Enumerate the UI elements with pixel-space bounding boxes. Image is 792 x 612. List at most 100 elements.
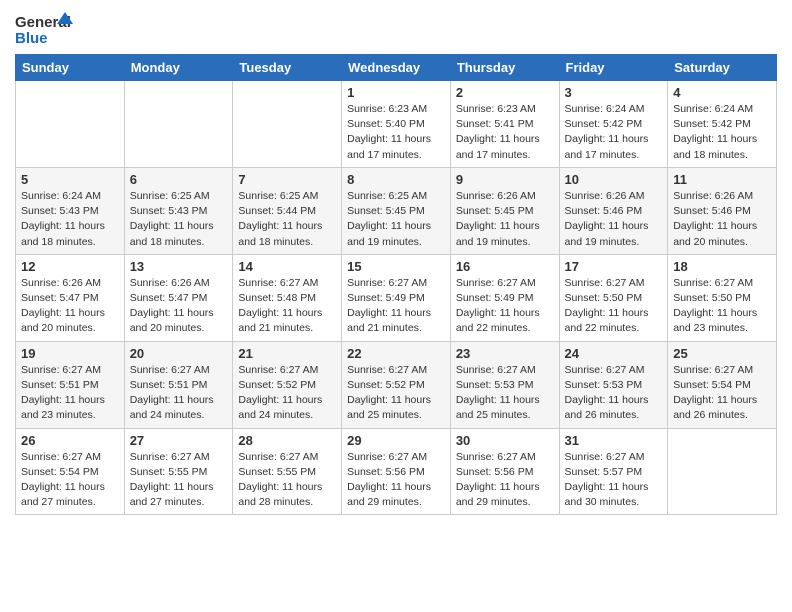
calendar-cell: 9Sunrise: 6:26 AMSunset: 5:45 PMDaylight… bbox=[450, 167, 559, 254]
day-number: 11 bbox=[673, 172, 771, 187]
calendar-cell bbox=[16, 81, 125, 168]
day-info: Sunrise: 6:27 AMSunset: 5:56 PMDaylight:… bbox=[456, 450, 554, 511]
day-info: Sunrise: 6:27 AMSunset: 5:49 PMDaylight:… bbox=[347, 276, 445, 337]
day-number: 1 bbox=[347, 85, 445, 100]
day-number: 16 bbox=[456, 259, 554, 274]
calendar-cell: 16 Sunrise: 6:27 AMSunset: 5:49 PMDayligh… bbox=[450, 254, 559, 341]
day-info: Sunrise: 6:23 AMSunset: 5:40 PMDaylight:… bbox=[347, 102, 445, 163]
calendar-week-1: 1 Sunrise: 6:23 AMSunset: 5:40 PMDaylight… bbox=[16, 81, 777, 168]
day-number: 25 bbox=[673, 346, 771, 361]
day-info: Sunrise: 6:27 AMSunset: 5:52 PMDaylight:… bbox=[238, 363, 336, 424]
day-number: 30 bbox=[456, 433, 554, 448]
day-number: 13 bbox=[130, 259, 228, 274]
day-info: Sunrise: 6:27 AMSunset: 5:55 PMDaylight:… bbox=[130, 450, 228, 511]
day-info: Sunrise: 6:27 AMSunset: 5:54 PMDaylight:… bbox=[673, 363, 771, 424]
day-info: Sunrise: 6:27 AMSunset: 5:56 PMDaylight:… bbox=[347, 450, 445, 511]
calendar-cell: 17 Sunrise: 6:27 AMSunset: 5:50 PMDayligh… bbox=[559, 254, 668, 341]
calendar-cell: 2Sunrise: 6:23 AMSunset: 5:41 PMDaylight… bbox=[450, 81, 559, 168]
calendar-cell: 14 Sunrise: 6:27 AMSunset: 5:48 PMDayligh… bbox=[233, 254, 342, 341]
day-number: 18 bbox=[673, 259, 771, 274]
day-info: Sunrise: 6:27 AMSunset: 5:52 PMDaylight:… bbox=[347, 363, 445, 424]
day-number: 2 bbox=[456, 85, 554, 100]
day-number: 26 bbox=[21, 433, 119, 448]
calendar-cell: 23 Sunrise: 6:27 AMSunset: 5:53 PMDayligh… bbox=[450, 341, 559, 428]
day-number: 20 bbox=[130, 346, 228, 361]
day-info: Sunrise: 6:27 AMSunset: 5:48 PMDaylight:… bbox=[238, 276, 336, 337]
day-info: Sunrise: 6:27 AMSunset: 5:50 PMDaylight:… bbox=[673, 276, 771, 337]
day-info: Sunrise: 6:27 AMSunset: 5:57 PMDaylight:… bbox=[565, 450, 663, 511]
calendar-cell: 6 Sunrise: 6:25 AMSunset: 5:43 PMDaylight… bbox=[124, 167, 233, 254]
weekday-header-row: SundayMondayTuesdayWednesdayThursdayFrid… bbox=[16, 55, 777, 81]
day-info: Sunrise: 6:24 AMSunset: 5:42 PMDaylight:… bbox=[565, 102, 663, 163]
day-info: Sunrise: 6:26 AMSunset: 5:46 PMDaylight:… bbox=[565, 189, 663, 250]
calendar-cell: 12Sunrise: 6:26 AMSunset: 5:47 PMDayligh… bbox=[16, 254, 125, 341]
page: GeneralBlue SundayMondayTuesdayWednesday… bbox=[0, 0, 792, 612]
calendar-cell: 29 Sunrise: 6:27 AMSunset: 5:56 PMDayligh… bbox=[342, 428, 451, 515]
day-info: Sunrise: 6:27 AMSunset: 5:51 PMDaylight:… bbox=[130, 363, 228, 424]
day-number: 31 bbox=[565, 433, 663, 448]
day-number: 15 bbox=[347, 259, 445, 274]
calendar-cell: 15 Sunrise: 6:27 AMSunset: 5:49 PMDayligh… bbox=[342, 254, 451, 341]
calendar-week-3: 12Sunrise: 6:26 AMSunset: 5:47 PMDayligh… bbox=[16, 254, 777, 341]
day-number: 12 bbox=[21, 259, 119, 274]
calendar-cell: 27 Sunrise: 6:27 AMSunset: 5:55 PMDayligh… bbox=[124, 428, 233, 515]
logo: GeneralBlue bbox=[15, 10, 75, 46]
calendar-cell: 1 Sunrise: 6:23 AMSunset: 5:40 PMDaylight… bbox=[342, 81, 451, 168]
calendar-cell: 7 Sunrise: 6:25 AMSunset: 5:44 PMDaylight… bbox=[233, 167, 342, 254]
day-number: 8 bbox=[347, 172, 445, 187]
calendar-cell: 28 Sunrise: 6:27 AMSunset: 5:55 PMDayligh… bbox=[233, 428, 342, 515]
day-info: Sunrise: 6:27 AMSunset: 5:54 PMDaylight:… bbox=[21, 450, 119, 511]
calendar-cell: 21 Sunrise: 6:27 AMSunset: 5:52 PMDayligh… bbox=[233, 341, 342, 428]
day-info: Sunrise: 6:27 AMSunset: 5:53 PMDaylight:… bbox=[456, 363, 554, 424]
day-number: 4 bbox=[673, 85, 771, 100]
day-number: 7 bbox=[238, 172, 336, 187]
day-number: 14 bbox=[238, 259, 336, 274]
calendar-week-4: 19 Sunrise: 6:27 AMSunset: 5:51 PMDayligh… bbox=[16, 341, 777, 428]
calendar-cell: 5Sunrise: 6:24 AMSunset: 5:43 PMDaylight… bbox=[16, 167, 125, 254]
weekday-header-tuesday: Tuesday bbox=[233, 55, 342, 81]
day-number: 28 bbox=[238, 433, 336, 448]
logo-svg: GeneralBlue bbox=[15, 10, 75, 46]
weekday-header-friday: Friday bbox=[559, 55, 668, 81]
day-info: Sunrise: 6:27 AMSunset: 5:49 PMDaylight:… bbox=[456, 276, 554, 337]
calendar-cell bbox=[668, 428, 777, 515]
calendar-cell: 3 Sunrise: 6:24 AMSunset: 5:42 PMDaylight… bbox=[559, 81, 668, 168]
calendar-cell bbox=[124, 81, 233, 168]
weekday-header-thursday: Thursday bbox=[450, 55, 559, 81]
calendar-cell: 26 Sunrise: 6:27 AMSunset: 5:54 PMDayligh… bbox=[16, 428, 125, 515]
header: GeneralBlue bbox=[15, 10, 777, 46]
day-info: Sunrise: 6:25 AMSunset: 5:45 PMDaylight:… bbox=[347, 189, 445, 250]
day-number: 24 bbox=[565, 346, 663, 361]
day-info: Sunrise: 6:26 AMSunset: 5:46 PMDaylight:… bbox=[673, 189, 771, 250]
day-number: 23 bbox=[456, 346, 554, 361]
calendar-week-5: 26 Sunrise: 6:27 AMSunset: 5:54 PMDayligh… bbox=[16, 428, 777, 515]
day-number: 19 bbox=[21, 346, 119, 361]
calendar-cell: 8 Sunrise: 6:25 AMSunset: 5:45 PMDaylight… bbox=[342, 167, 451, 254]
calendar-cell: 13Sunrise: 6:26 AMSunset: 5:47 PMDayligh… bbox=[124, 254, 233, 341]
calendar-cell: 18 Sunrise: 6:27 AMSunset: 5:50 PMDayligh… bbox=[668, 254, 777, 341]
day-number: 3 bbox=[565, 85, 663, 100]
day-info: Sunrise: 6:25 AMSunset: 5:43 PMDaylight:… bbox=[130, 189, 228, 250]
calendar-cell: 4 Sunrise: 6:24 AMSunset: 5:42 PMDaylight… bbox=[668, 81, 777, 168]
calendar-week-2: 5Sunrise: 6:24 AMSunset: 5:43 PMDaylight… bbox=[16, 167, 777, 254]
calendar-cell: 19 Sunrise: 6:27 AMSunset: 5:51 PMDayligh… bbox=[16, 341, 125, 428]
calendar-table: SundayMondayTuesdayWednesdayThursdayFrid… bbox=[15, 54, 777, 515]
calendar-cell: 20 Sunrise: 6:27 AMSunset: 5:51 PMDayligh… bbox=[124, 341, 233, 428]
day-info: Sunrise: 6:27 AMSunset: 5:55 PMDaylight:… bbox=[238, 450, 336, 511]
day-info: Sunrise: 6:27 AMSunset: 5:51 PMDaylight:… bbox=[21, 363, 119, 424]
day-info: Sunrise: 6:25 AMSunset: 5:44 PMDaylight:… bbox=[238, 189, 336, 250]
day-number: 6 bbox=[130, 172, 228, 187]
day-number: 29 bbox=[347, 433, 445, 448]
calendar-cell: 22 Sunrise: 6:27 AMSunset: 5:52 PMDayligh… bbox=[342, 341, 451, 428]
calendar-cell: 11 Sunrise: 6:26 AMSunset: 5:46 PMDayligh… bbox=[668, 167, 777, 254]
day-info: Sunrise: 6:27 AMSunset: 5:50 PMDaylight:… bbox=[565, 276, 663, 337]
day-number: 22 bbox=[347, 346, 445, 361]
svg-text:Blue: Blue bbox=[15, 30, 48, 46]
day-number: 17 bbox=[565, 259, 663, 274]
day-info: Sunrise: 6:24 AMSunset: 5:42 PMDaylight:… bbox=[673, 102, 771, 163]
day-number: 21 bbox=[238, 346, 336, 361]
calendar-cell: 25 Sunrise: 6:27 AMSunset: 5:54 PMDayligh… bbox=[668, 341, 777, 428]
day-number: 5 bbox=[21, 172, 119, 187]
day-number: 27 bbox=[130, 433, 228, 448]
day-number: 10 bbox=[565, 172, 663, 187]
